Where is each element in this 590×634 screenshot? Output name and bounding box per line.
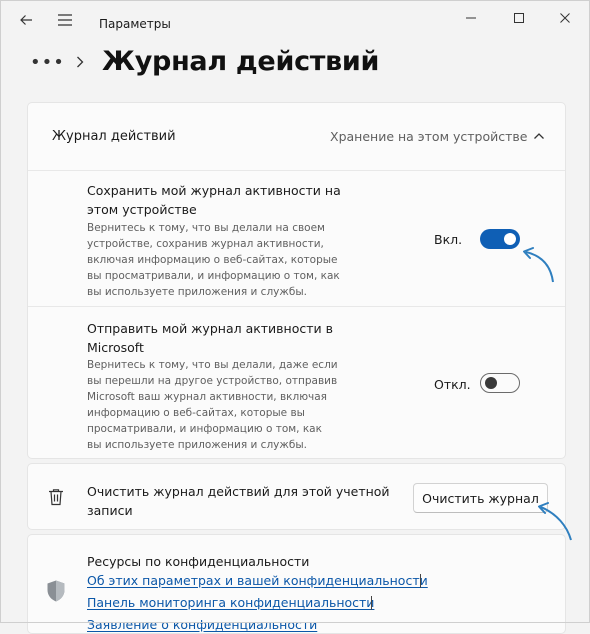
maximize-button[interactable] [496, 6, 542, 30]
chevron-up-icon [534, 133, 544, 139]
divider [28, 306, 565, 307]
privacy-resources-title: Ресурсы по конфиденциальности [87, 554, 310, 569]
maximize-icon [514, 13, 524, 23]
section-title: Журнал действий [52, 129, 176, 144]
minimize-icon [466, 17, 476, 19]
back-button[interactable] [8, 6, 44, 34]
text-caret [371, 596, 372, 610]
trash-icon [49, 489, 63, 506]
back-arrow-icon [20, 15, 32, 25]
store-history-toggle[interactable] [480, 229, 520, 249]
divider [28, 170, 565, 171]
app-title: Параметры [99, 17, 171, 31]
text-caret [420, 574, 421, 588]
send-history-toggle[interactable] [480, 373, 520, 393]
title-bar: Параметры [0, 0, 590, 40]
activity-section-header[interactable]: Журнал действий Хранение на этом устройс… [28, 103, 565, 170]
chevron-right-icon [77, 56, 84, 68]
annotation-arrow-icon [523, 247, 554, 283]
breadcrumb-more-button[interactable]: ••• [30, 52, 65, 73]
section-subtitle: Хранение на этом устройстве [330, 129, 528, 144]
minimize-button[interactable] [448, 6, 494, 30]
link-about-settings[interactable]: Об этих параметрах и вашей конфиденциаль… [87, 573, 428, 588]
menu-button[interactable] [47, 6, 83, 34]
activity-history-card: Журнал действий Хранение на этом устройс… [27, 102, 566, 459]
close-icon [560, 13, 570, 23]
clear-history-button[interactable]: Очистить журнал [413, 483, 548, 513]
store-history-description: Вернитесь к тому, что вы делали на своем… [87, 222, 340, 298]
send-history-description: Вернитесь к тому, что вы делали, даже ес… [87, 359, 338, 451]
page-title: Журнал действий [102, 46, 380, 77]
link-privacy-statement[interactable]: Заявление о конфиденциальности [87, 617, 317, 632]
privacy-resources-card: Ресурсы по конфиденциальности Об этих па… [27, 534, 566, 634]
clear-history-title: Очистить журнал действий для этой учетно… [87, 484, 390, 518]
send-history-title: Отправить мой журнал активности в Micros… [87, 321, 333, 355]
hamburger-icon [58, 14, 72, 26]
toggle-knob [485, 377, 497, 389]
annotation-arrow-icon [538, 502, 572, 541]
link-privacy-dashboard[interactable]: Панель мониторинга конфиденциальности [87, 595, 374, 610]
close-button[interactable] [542, 6, 588, 30]
clear-history-card: Очистить журнал действий для этой учетно… [27, 463, 566, 530]
store-toggle-label: Вкл. [434, 232, 463, 247]
shield-icon [47, 580, 65, 602]
store-history-title: Сохранить мой журнал активности на этом … [87, 183, 341, 217]
send-toggle-label: Откл. [434, 377, 471, 392]
